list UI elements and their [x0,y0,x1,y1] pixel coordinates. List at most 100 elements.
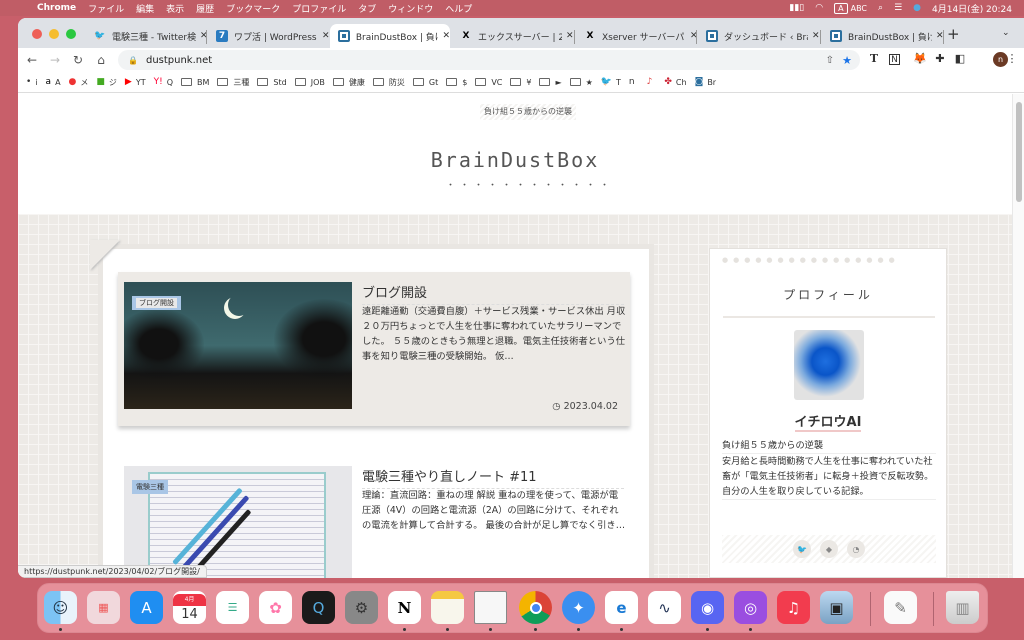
menu-view[interactable]: 表示 [166,2,184,15]
bookmark-item[interactable]: ▶ YT [125,77,146,87]
music-icon[interactable]: ♫ [777,591,810,624]
bookmark-item[interactable]: ✤ Ch [664,77,686,87]
quicktime-icon[interactable]: Q [302,591,335,624]
metamask-fox-icon[interactable]: 🦊 [912,52,928,65]
preview-icon[interactable]: ▣ [820,591,853,624]
freeform-icon[interactable]: ∿ [648,591,681,624]
menu-window[interactable]: ウィンドウ [388,2,433,15]
address-bar[interactable]: 🔒 dustpunk.net ⇧ ★ [118,50,860,70]
calendar-icon[interactable]: 4月 14 [173,591,206,624]
spotlight-search-icon[interactable]: ⌕ [878,3,883,13]
bookmark-item[interactable]: • i [26,77,38,87]
home-button[interactable]: ⌂ [92,53,110,67]
menu-bookmarks[interactable]: ブックマーク [226,2,280,15]
reload-button[interactable]: ↻ [69,53,87,67]
chrome-menu-icon[interactable]: ⋮ [1004,52,1020,65]
forward-button[interactable]: → [46,53,64,67]
close-tab-icon[interactable]: ✕ [442,31,450,41]
trash-icon[interactable]: ▥ [946,591,979,624]
tab-xserver-1[interactable]: X エックスサーバー | 2 ✕ [452,24,574,48]
bookmark-item[interactable]: Gt [412,78,438,87]
bookmark-item[interactable]: 防災 [372,77,405,88]
feedly-icon[interactable]: ◆ [820,540,838,558]
app-store-icon[interactable]: A [130,591,163,624]
minimize-window-button[interactable] [49,29,59,39]
menu-tab[interactable]: タブ [358,2,376,15]
battery-icon[interactable]: ▮▮▯ [789,3,804,13]
text-extension-icon[interactable]: T [866,52,882,65]
textedit-icon[interactable]: ✎ [884,591,917,624]
notes-icon[interactable] [431,591,464,624]
podcasts-icon[interactable]: ◎ [734,591,767,624]
bookmark-item[interactable]: 🐦 T [601,77,621,87]
tab-twitter-search[interactable]: 🐦 電験三種 - Twitter検 ✕ [86,24,207,48]
reminders-icon[interactable]: ☰ [216,591,249,624]
bookmark-item[interactable]: Y! Q [154,77,173,87]
menu-help[interactable]: ヘルプ [445,2,472,15]
discord-icon[interactable]: ◉ [691,591,724,624]
scrollbar-thumb[interactable] [1016,102,1022,202]
bookmark-item[interactable]: ■ ジ [96,77,117,88]
post-title[interactable]: 電験三種やり直しノート #11 [362,466,624,489]
tab-braindustbox-active[interactable]: BrainDustBox | 負け ✕ [330,24,450,48]
tab-braindustbox-2[interactable]: BrainDustBox | 負け ✕ [822,24,944,48]
bookmark-item[interactable]: 三種 [217,77,249,88]
bookmark-item[interactable]: ► [539,78,562,87]
photos-icon[interactable]: ✿ [259,591,292,624]
finder-icon[interactable]: ☺ [44,591,77,624]
post-thumbnail-night-trees[interactable]: ブログ開設 [124,282,352,409]
url-text[interactable]: dustpunk.net [146,55,212,66]
bookmark-item[interactable]: ◙ Br [695,77,717,87]
edge-icon[interactable]: e [605,591,638,624]
tab-search-chevron-icon[interactable]: ⌄ [1002,28,1010,38]
back-button[interactable]: ← [23,53,41,67]
menu-history[interactable]: 履歴 [196,2,214,15]
launchpad-icon[interactable]: ▦ [87,591,120,624]
post-thumbnail-notebook[interactable]: 電験三種 [124,466,352,578]
menu-profile[interactable]: プロファイル [292,2,346,15]
close-tab-icon[interactable]: ✕ [322,31,330,41]
bookmark-item[interactable]: ¥ [510,78,531,87]
lock-icon[interactable]: 🔒 [128,56,138,65]
post-card[interactable]: 電験三種 電験三種やり直しノート #11 理論：直流回路：重ねの理 解説 重ねの… [118,456,630,578]
siri-icon[interactable]: ● [913,3,921,13]
twitter-icon[interactable]: 🐦 [793,540,811,558]
rss-icon[interactable]: ◔ [847,540,865,558]
notion-extension-icon[interactable]: N [889,54,900,65]
bookmark-item[interactable]: Std [257,78,287,87]
share-icon[interactable]: ⇧ [826,55,834,66]
bookmark-item[interactable]: ★ [569,78,593,87]
tab-dashboard[interactable]: ダッシュボード ‹ Bra ✕ [698,24,820,48]
wifi-icon[interactable]: ◠ [815,3,823,13]
chrome-icon[interactable] [519,591,552,624]
system-preferences-icon[interactable]: ⚙ [345,591,378,624]
close-window-button[interactable] [32,29,42,39]
input-source-badge[interactable]: A [834,2,848,14]
zoom-window-button[interactable] [66,29,76,39]
bookmark-item[interactable]: ♪ [647,77,657,87]
post-title[interactable]: ブログ開設 [362,282,624,305]
libreoffice-icon[interactable] [474,591,507,624]
menubar-clock[interactable]: 4月14日(金) 20:24 [932,2,1012,15]
input-source-label[interactable]: ABC [851,4,867,13]
bookmark-item[interactable]: VC [475,78,502,87]
close-tab-icon[interactable]: ✕ [812,31,820,41]
bookmark-item[interactable]: JOB [294,78,325,87]
site-title-link[interactable]: BrainDustBox [18,148,1012,172]
safari-icon[interactable]: ✦ [562,591,595,624]
bookmark-item[interactable]: 健康 [332,77,365,88]
tab-xserver-2[interactable]: X Xserver サーバーパ ✕ [576,24,698,48]
control-center-icon[interactable]: ☰ [894,3,902,13]
bookmark-item[interactable]: aA [46,77,61,87]
notion-icon[interactable]: N [388,591,421,624]
menu-app-name[interactable]: Chrome [37,3,76,13]
post-card[interactable]: ブログ開設 ブログ開設 遠距離通勤（交通費自腹）＋サービス残業・サービス休出 月… [118,272,630,426]
bookmark-item[interactable]: $ [446,78,467,87]
bookmark-item[interactable]: BM [181,78,209,87]
close-tab-icon[interactable]: ✕ [566,31,574,41]
bookmark-item[interactable]: ● メ [69,77,89,88]
bookmark-item[interactable]: n [629,77,639,87]
extensions-puzzle-icon[interactable]: ✚ [932,52,948,65]
menu-edit[interactable]: 編集 [136,2,154,15]
new-tab-button[interactable]: + [947,25,960,43]
